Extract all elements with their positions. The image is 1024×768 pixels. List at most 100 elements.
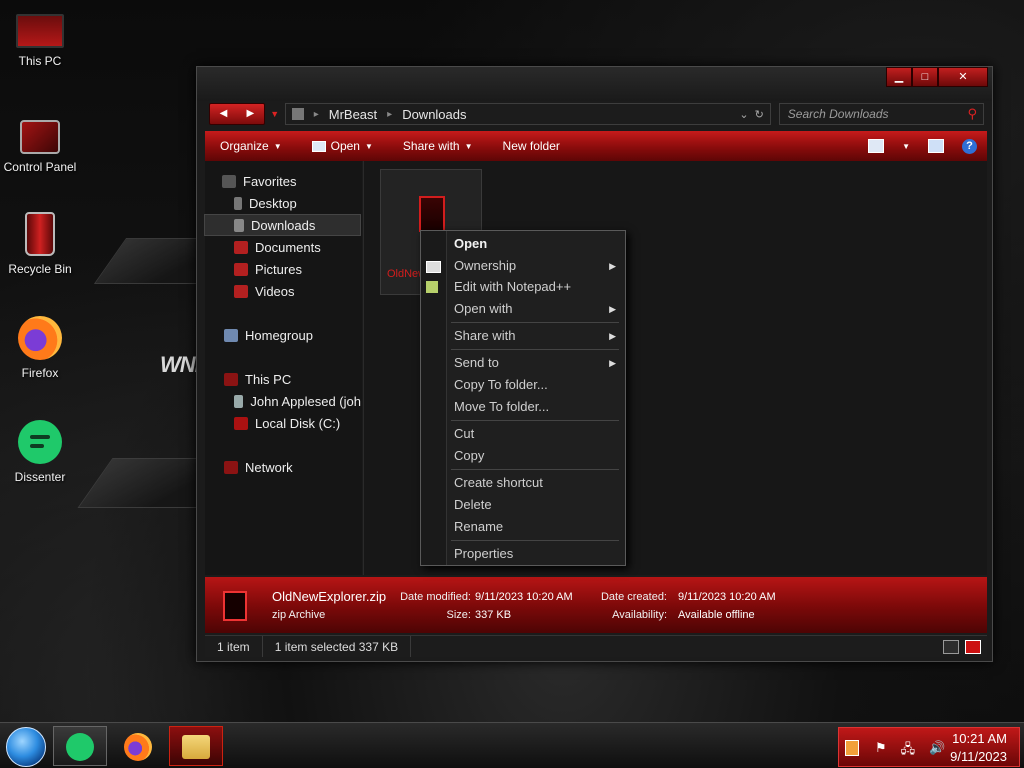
nav-desktop[interactable]: Desktop [204,192,361,214]
zip-file-icon [419,196,445,232]
breadcrumb-separator: ▸ [313,108,319,120]
maximize-button[interactable]: □ [912,67,938,87]
action-center-icon[interactable] [845,740,859,756]
refresh-icon[interactable]: ↻ [755,108,764,121]
nav-pictures[interactable]: Pictures [204,258,361,280]
nav-label: Videos [255,283,295,299]
navigation-pane-items: Favorites Desktop Downloads Documents Pi… [204,160,361,574]
nav-homegroup[interactable]: Homegroup [204,324,361,346]
status-item-count: 1 item [205,636,263,657]
chevron-down-icon: ▼ [364,141,373,151]
menu-separator [451,322,619,323]
submenu-arrow-icon: ▶ [609,331,616,341]
share-with-button[interactable]: Share with ▼ [388,139,488,153]
desktop-icon-control-panel[interactable]: Control Panel [0,110,80,174]
search-input[interactable]: Search Downloads ⚲ [778,103,984,125]
desktop-icon-dissenter[interactable]: Dissenter [0,420,80,484]
search-icon[interactable]: ⚲ [967,106,977,122]
breadcrumb-separator: ▸ [387,108,393,120]
menu-item-share-with[interactable]: Share with ▶ [454,326,622,346]
nav-label: This PC [245,371,292,387]
menu-separator [451,420,619,421]
chevron-down-icon[interactable]: ▼ [902,142,910,151]
menu-item-edit-notepad[interactable]: Edit with Notepad++ [454,277,622,297]
title-bar[interactable]: ▁ □ ✕ [197,67,992,101]
nav-local-disk[interactable]: Local Disk (C:) [204,412,361,434]
videos-icon [234,284,248,298]
menu-item-send-to[interactable]: Send to ▶ [454,353,622,373]
taskbar-dissenter[interactable] [53,726,107,766]
menu-item-label: Send to [454,355,499,370]
new-folder-button[interactable]: New folder [488,139,575,153]
nav-this-pc[interactable]: This PC [204,368,361,390]
nav-favorites[interactable]: Favorites [204,170,361,192]
size-label: Size: [446,609,471,621]
address-bar[interactable]: ▸ MrBeast ▸ Downloads ⌄ ↻ [284,103,771,125]
desktop-icon-label: This PC [18,54,62,68]
details-file-name: OldNewExplorer.zip [272,589,387,604]
large-icons-view-icon[interactable] [965,639,981,654]
desktop-icon-label: Control Panel [3,160,77,174]
nav-label: Local Disk (C:) [255,415,341,431]
menu-separator [451,349,619,350]
nav-documents[interactable]: Documents [204,236,361,258]
status-bar: 1 item 1 item selected 337 KB [205,635,987,657]
command-bar-right: ▼ ? [868,138,987,154]
recent-locations-button[interactable]: ▼ [267,109,283,119]
date-modified-value: 9/11/2023 10:20 AM [475,591,573,603]
taskbar-firefox[interactable] [111,726,165,766]
nav-label: Documents [255,239,321,255]
clock-date[interactable]: 9/11/2023 [950,749,1007,764]
details-view-icon[interactable] [943,639,959,654]
menu-item-properties[interactable]: Properties [454,544,622,564]
nav-label: Pictures [255,261,302,277]
taskbar-file-explorer[interactable] [169,726,223,766]
close-button[interactable]: ✕ [938,67,988,87]
desktop-icon-label: Firefox [21,366,59,380]
menu-separator [451,469,619,470]
start-button[interactable] [6,727,46,767]
nav-user-folder[interactable]: John Applesed (joh [204,390,361,412]
desktop-icon-firefox[interactable]: Firefox [0,316,80,380]
desktop-icon-recycle-bin[interactable]: Recycle Bin [0,212,80,276]
open-button[interactable]: Open ▼ [297,139,388,153]
menu-item-copy-to[interactable]: Copy To folder... [454,375,622,395]
menu-separator [451,540,619,541]
network-icon [224,460,238,474]
menu-item-delete[interactable]: Delete [454,495,622,515]
desktop-icon-this-pc[interactable]: This PC [0,6,80,68]
back-button[interactable]: ◀ [210,104,237,124]
help-icon[interactable]: ? [962,138,977,154]
organize-button[interactable]: Organize ▼ [205,139,297,153]
volume-icon[interactable]: 🔊 [929,740,945,762]
view-switcher [943,639,987,654]
command-prompt-icon [426,261,441,273]
menu-item-create-shortcut[interactable]: Create shortcut [454,473,622,493]
menu-item-cut[interactable]: Cut [454,424,622,444]
nav-videos[interactable]: Videos [204,280,361,302]
clock-time[interactable]: 10:21 AM [952,731,1007,746]
context-menu: Open Ownership ▶ Edit with Notepad++ Ope… [420,230,626,566]
nav-downloads[interactable]: Downloads [204,214,361,236]
menu-item-copy[interactable]: Copy [454,446,622,466]
breadcrumb-mrbeast[interactable]: MrBeast [329,107,377,122]
flag-icon[interactable]: ⚑ [875,740,887,762]
forward-button[interactable]: ▶ [237,104,264,124]
homegroup-icon [224,328,238,342]
change-view-icon[interactable] [868,139,885,153]
command-bar: Organize ▼ Open ▼ Share with ▼ New folde… [205,131,987,161]
preview-pane-icon[interactable] [928,139,944,153]
nav-label: Favorites [243,173,297,189]
menu-item-move-to[interactable]: Move To folder... [454,397,622,417]
menu-item-open[interactable]: Open [454,234,622,254]
chevron-down-icon: ▼ [464,141,473,151]
nav-network[interactable]: Network [204,456,361,478]
chevron-down-icon[interactable]: ⌄ [739,108,748,121]
menu-item-open-with[interactable]: Open with ▶ [454,299,622,319]
menu-item-ownership[interactable]: Ownership ▶ [454,256,622,276]
taskbar: ⚑ 🖧 🔊 10:21 AM 9/11/2023 [0,722,1024,768]
breadcrumb-downloads[interactable]: Downloads [402,107,466,122]
network-icon[interactable]: 🖧 [901,740,916,762]
minimize-button[interactable]: ▁ [886,67,912,87]
menu-item-rename[interactable]: Rename [454,517,622,537]
